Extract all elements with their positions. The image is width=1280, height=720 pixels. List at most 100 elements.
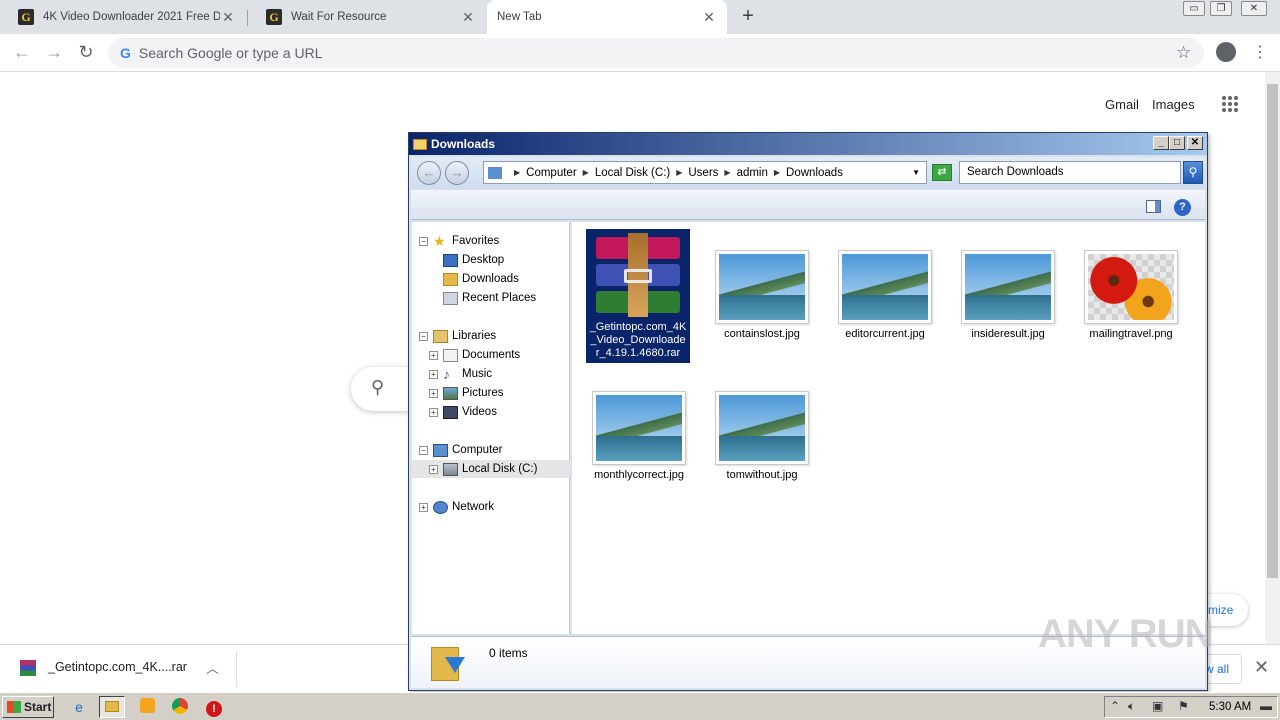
documents-icon [443,348,458,362]
sidebar-item-pictures[interactable]: + Pictures [412,384,570,402]
sidebar-item-music[interactable]: + ♪ Music [412,365,570,383]
close-icon[interactable]: ✕ [220,9,236,26]
download-item-filename[interactable]: _Getintopc.com_4K....rar [48,660,187,674]
minimize-button[interactable]: _ [1153,136,1169,150]
address-row: ← → ▶ Computer ▶ Local Disk (C:) ▶ Users… [411,157,1205,189]
sidebar-item-computer[interactable]: − Computer [412,441,570,459]
more-menu-icon[interactable]: ⋮ [1252,42,1268,62]
maximize-button[interactable]: □ [1169,136,1185,150]
alert-icon[interactable]: ! [205,698,223,717]
desktop-icon [443,253,458,267]
clock[interactable]: 5:30 AM [1209,701,1251,713]
network-tray-icon[interactable]: ▣ [1152,699,1163,713]
sidebar-item-network[interactable]: + Network [412,498,570,516]
search-input[interactable]: Search Downloads [959,161,1181,184]
sidebar-item-videos[interactable]: + Videos [412,403,570,421]
tab-title: Wait For Resource [291,11,387,23]
star-icon: ★ [433,232,446,249]
expand-icon[interactable]: + [429,388,438,398]
preview-pane-icon[interactable] [1146,200,1161,213]
expand-icon[interactable]: + [429,464,438,474]
sidebar-item-desktop[interactable]: Desktop [412,251,570,269]
recent-places-icon [443,291,458,305]
breadcrumb-admin[interactable]: admin [737,167,768,179]
computer-icon [488,166,502,179]
sidebar-item-libraries[interactable]: − Libraries [412,327,570,345]
file-item-rar[interactable]: _Getintopc.com_4K_Video_Downloader_4.19.… [586,229,690,363]
tab-4k-video-downloader[interactable]: G 4K Video Downloader 2021 Free Dow ✕ [0,0,246,34]
expand-icon[interactable]: + [429,407,438,417]
chrome-icon[interactable] [171,698,189,716]
forward-arrow-icon[interactable]: → [42,41,66,65]
network-icon [433,500,448,514]
chevron-up-icon[interactable]: ︿ [206,658,219,677]
videos-icon [443,405,458,419]
breadcrumb-computer[interactable]: Computer [526,167,577,179]
profile-avatar-icon[interactable] [1216,42,1236,62]
file-item-image[interactable]: insideresult.jpg [956,250,1060,341]
image-thumbnail [1084,250,1178,324]
flag-icon[interactable]: ⚑ [1178,699,1189,713]
collapse-icon[interactable]: − [419,445,428,455]
close-icon[interactable]: ✕ [460,9,476,26]
new-tab-plus-icon[interactable]: + [736,5,760,29]
file-list: _Getintopc.com_4K_Video_Downloader_4.19.… [572,222,1205,634]
close-icon[interactable]: ✕ [701,9,717,26]
start-button[interactable]: Start [2,696,54,718]
search-icon[interactable]: ⚲ [1183,161,1203,184]
start-label: Start [24,700,52,714]
file-item-image[interactable]: containslost.jpg [710,250,814,341]
omnibox[interactable]: G Search Google or type a URL [108,38,1204,68]
close-icon[interactable]: ✕ [1254,657,1269,678]
gmail-link[interactable]: Gmail [1105,97,1139,112]
window-titlebar[interactable]: Downloads [409,133,1207,155]
breadcrumb-local-disk[interactable]: Local Disk (C:) [595,167,670,179]
internet-explorer-icon[interactable]: e [70,698,88,716]
sidebar-item-recent-places[interactable]: Recent Places [412,289,570,307]
expand-icon[interactable]: + [419,502,428,512]
file-name: monthlycorrect.jpg [594,469,684,481]
expand-icon[interactable]: + [429,350,438,360]
tab-new-tab[interactable]: New Tab ✕ [487,0,727,34]
expand-icon[interactable]: + [429,369,438,379]
file-item-image[interactable]: mailingtravel.png [1079,250,1183,341]
tray-expand-icon[interactable]: ⌃ [1110,699,1120,713]
collapse-icon[interactable]: − [419,331,428,341]
file-item-image[interactable]: monthlycorrect.jpg [587,391,691,482]
sidebar-item-documents[interactable]: + Documents [412,346,570,364]
help-icon[interactable]: ? [1174,199,1191,216]
command-bar: ? [411,190,1205,220]
google-apps-icon[interactable] [1222,96,1238,112]
computer-icon [433,443,448,457]
tab-wait-for-resource[interactable]: G Wait For Resource ✕ [248,0,486,34]
volume-icon[interactable]: 🔈︎ [1128,699,1135,714]
images-link[interactable]: Images [1152,97,1195,112]
collapse-icon[interactable]: − [419,236,428,246]
explorer-taskbar-icon[interactable] [99,696,125,718]
show-desktop-icon[interactable]: ▬ [1260,699,1272,713]
hard-drive-icon [443,462,458,476]
forward-arrow-icon[interactable]: → [445,161,469,185]
refresh-icon[interactable]: ⇄ [932,164,952,181]
back-arrow-icon[interactable]: ← [417,161,441,185]
file-item-image[interactable]: editorcurrent.jpg [833,250,937,341]
sidebar-item-favorites[interactable]: − ★ Favorites [412,232,570,250]
sidebar-item-local-disk[interactable]: + Local Disk (C:) [412,460,570,478]
close-window-button[interactable]: ✕ [1241,1,1267,16]
media-player-icon[interactable] [138,698,156,716]
restore-window-button[interactable]: ❐ [1210,1,1232,16]
breadcrumb-users[interactable]: Users [688,167,718,179]
bookmark-star-icon[interactable]: ☆ [1176,43,1191,63]
file-item-image[interactable]: tomwithout.jpg [710,391,814,482]
downloads-folder-icon [431,643,465,683]
back-arrow-icon[interactable]: ← [10,41,34,65]
address-bar[interactable]: ▶ Computer ▶ Local Disk (C:) ▶ Users ▶ a… [483,161,927,184]
search-icon: ⚲ [371,377,385,397]
chevron-down-icon[interactable]: ▼ [912,168,920,177]
close-button[interactable]: ✕ [1187,136,1203,150]
breadcrumb-downloads[interactable]: Downloads [786,167,843,179]
sidebar-item-downloads[interactable]: Downloads [412,270,570,288]
page-scrollbar-thumb[interactable] [1267,84,1278,578]
minimize-window-button[interactable]: ▭ [1183,1,1205,16]
reload-icon[interactable]: ↻ [74,41,98,65]
